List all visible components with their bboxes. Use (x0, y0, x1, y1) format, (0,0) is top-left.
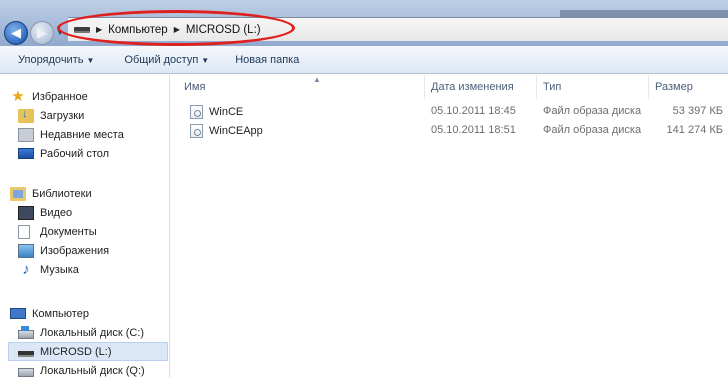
libraries-icon (10, 186, 26, 201)
share-label: Общий доступ (124, 53, 199, 66)
file-name: WinCE (209, 106, 244, 118)
computer-icon (10, 308, 26, 319)
chevron-down-icon: ▼ (86, 55, 95, 65)
file-date: 05.10.2011 18:45 (431, 105, 516, 117)
video-icon (18, 205, 34, 220)
sidebar-item-label: Локальный диск (C:) (40, 326, 145, 339)
sidebar-item-label: Рабочий стол (40, 147, 110, 160)
sidebar-item-label: Локальный диск (Q:) (40, 364, 145, 377)
breadcrumb-computer[interactable]: Компьютер (108, 24, 168, 36)
column-header-date[interactable]: Дата изменения (425, 75, 537, 99)
file-type: Файл образа диска (543, 124, 642, 136)
libraries-group: Библиотеки Видео Документы Изображения ♪… (0, 184, 170, 279)
removable-drive-icon (18, 350, 34, 357)
forward-button[interactable]: ▶ (30, 21, 54, 45)
recent-pages-dropdown-icon[interactable]: ▼ (56, 28, 64, 37)
music-icon: ♪ (22, 260, 30, 278)
file-type: Файл образа диска (543, 105, 642, 117)
file-date: 05.10.2011 18:51 (431, 124, 516, 136)
column-header-label: Имя (184, 81, 206, 93)
sidebar-item-label: Загрузки (40, 109, 85, 122)
sidebar-item-local-disk-c[interactable]: Локальный диск (C:) (0, 323, 170, 342)
sidebar-item-video[interactable]: Видео (0, 203, 170, 222)
file-name-cell: WinCEApp (190, 124, 263, 138)
disk-icon (18, 367, 34, 377)
share-button[interactable]: Общий доступ ▼ (116, 54, 217, 66)
disk-image-icon (190, 105, 203, 119)
computer-group: Компьютер Локальный диск (C:) MICROSD (L… (0, 304, 170, 378)
table-row[interactable]: WinCEApp 05.10.2011 18:51 Файл образа ди… (171, 122, 728, 141)
sort-ascending-icon: ▲ (313, 75, 321, 84)
sidebar-item-pictures[interactable]: Изображения (0, 241, 170, 260)
drive-icon (74, 26, 90, 33)
back-button[interactable]: ◀ (4, 21, 28, 45)
sidebar-item-label: Компьютер (32, 307, 89, 320)
star-icon: ★ (11, 87, 25, 105)
file-size: 53 397 КБ (672, 105, 723, 117)
breadcrumb-microsd[interactable]: MICROSD (L:) (186, 24, 261, 36)
chevron-down-icon: ▼ (201, 55, 210, 65)
breadcrumb[interactable]: ▶ Компьютер ▶ MICROSD (L:) (68, 17, 728, 41)
sidebar-item-libraries[interactable]: Библиотеки (0, 184, 170, 203)
recent-places-icon (18, 127, 34, 142)
sidebar-item-documents[interactable]: Документы (0, 222, 170, 241)
sidebar-item-downloads[interactable]: Загрузки (0, 106, 170, 125)
navigation-pane: ★ Избранное Загрузки Недавние места Рабо… (0, 75, 170, 378)
sidebar-item-label: Документы (40, 225, 97, 238)
sidebar-item-label: Избранное (32, 90, 88, 103)
sidebar-item-label: Изображения (40, 244, 110, 257)
sidebar-item-music[interactable]: ♪ Музыка (0, 260, 170, 279)
pictures-icon (18, 243, 34, 258)
file-size: 141 274 КБ (666, 124, 723, 136)
sidebar-item-label: MICROSD (L:) (40, 345, 112, 358)
table-row[interactable]: WinCE 05.10.2011 18:45 Файл образа диска… (171, 103, 728, 122)
sidebar-item-recent-places[interactable]: Недавние места (0, 125, 170, 144)
column-headers: Имя ▲ Дата изменения Тип Размер (171, 75, 728, 99)
column-header-type[interactable]: Тип (537, 75, 649, 99)
forward-arrow-icon: ▶ (37, 25, 47, 40)
sidebar-item-label: Недавние места (40, 128, 124, 141)
favorites-group: ★ Избранное Загрузки Недавние места Рабо… (0, 87, 170, 163)
desktop-icon (18, 148, 34, 159)
back-arrow-icon: ◀ (11, 25, 21, 40)
sidebar-item-local-disk-q[interactable]: Локальный диск (Q:) (0, 361, 170, 378)
command-toolbar: Упорядочить ▼ Общий доступ ▼ Новая папка (0, 46, 728, 74)
documents-icon (18, 224, 30, 239)
disk-image-icon (190, 124, 203, 138)
file-list: Имя ▲ Дата изменения Тип Размер WinCE 05… (171, 75, 728, 378)
sidebar-item-microsd[interactable]: MICROSD (L:) (8, 342, 168, 361)
new-folder-button[interactable]: Новая папка (227, 54, 307, 66)
column-header-name[interactable]: Имя ▲ (171, 75, 425, 99)
column-header-size[interactable]: Размер (649, 75, 728, 99)
sidebar-item-label: Музыка (40, 263, 79, 276)
file-name-cell: WinCE (190, 105, 243, 119)
downloads-folder-icon (18, 108, 34, 123)
breadcrumb-separator-icon[interactable]: ▶ (174, 25, 180, 34)
file-name: WinCEApp (209, 125, 263, 137)
sidebar-item-favorites[interactable]: ★ Избранное (0, 87, 170, 106)
address-bar: ◀ ▶ ▼ ▶ Компьютер ▶ MICROSD (L:) (0, 0, 728, 46)
sidebar-item-desktop[interactable]: Рабочий стол (0, 144, 170, 163)
sidebar-item-label: Библиотеки (32, 187, 92, 200)
sidebar-item-label: Видео (40, 206, 73, 219)
organize-button[interactable]: Упорядочить ▼ (10, 54, 102, 66)
sidebar-item-computer[interactable]: Компьютер (0, 304, 170, 323)
system-disk-icon (18, 325, 34, 339)
breadcrumb-separator-icon[interactable]: ▶ (96, 25, 102, 34)
organize-label: Упорядочить (18, 53, 84, 66)
